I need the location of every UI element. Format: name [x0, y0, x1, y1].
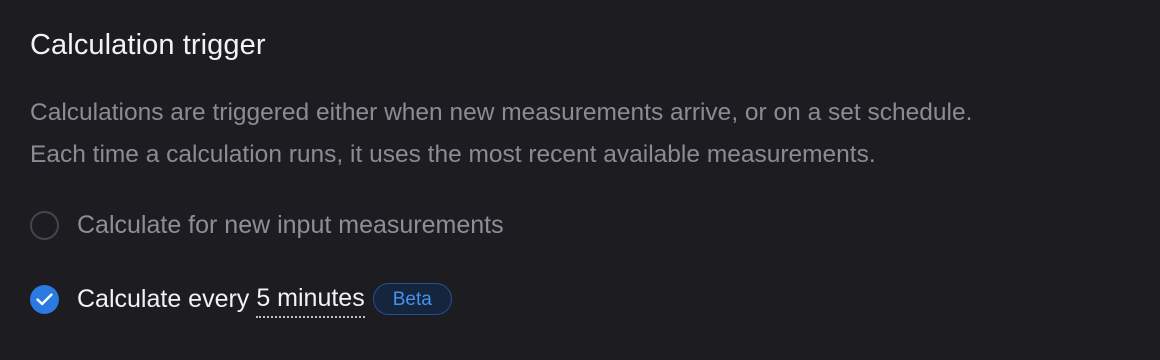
option-scheduled[interactable]: Calculate every 5 minutes Beta: [30, 280, 1130, 318]
option-label-new-input-measurements: Calculate for new input measurements: [77, 211, 504, 239]
beta-badge: Beta: [372, 283, 452, 315]
calculation-trigger-panel: Calculation trigger Calculations are tri…: [0, 0, 1160, 360]
trigger-options-radio-group: Calculate for new input measurements Cal…: [30, 207, 1130, 318]
checkmark-icon: [36, 292, 53, 305]
radio-new-input-measurements[interactable]: [30, 210, 59, 240]
interval-selector[interactable]: 5 minutes: [256, 280, 365, 318]
option-new-input-measurements[interactable]: Calculate for new input measurements: [30, 207, 1130, 243]
radio-scheduled[interactable]: [30, 284, 59, 314]
section-description: Calculations are triggered either when n…: [30, 92, 1140, 176]
description-line-1: Calculations are triggered either when n…: [30, 99, 973, 126]
description-line-2: Each time a calculation runs, it uses th…: [30, 141, 876, 168]
section-title: Calculation trigger: [30, 29, 266, 61]
option-label-scheduled: Calculate every: [77, 285, 250, 313]
